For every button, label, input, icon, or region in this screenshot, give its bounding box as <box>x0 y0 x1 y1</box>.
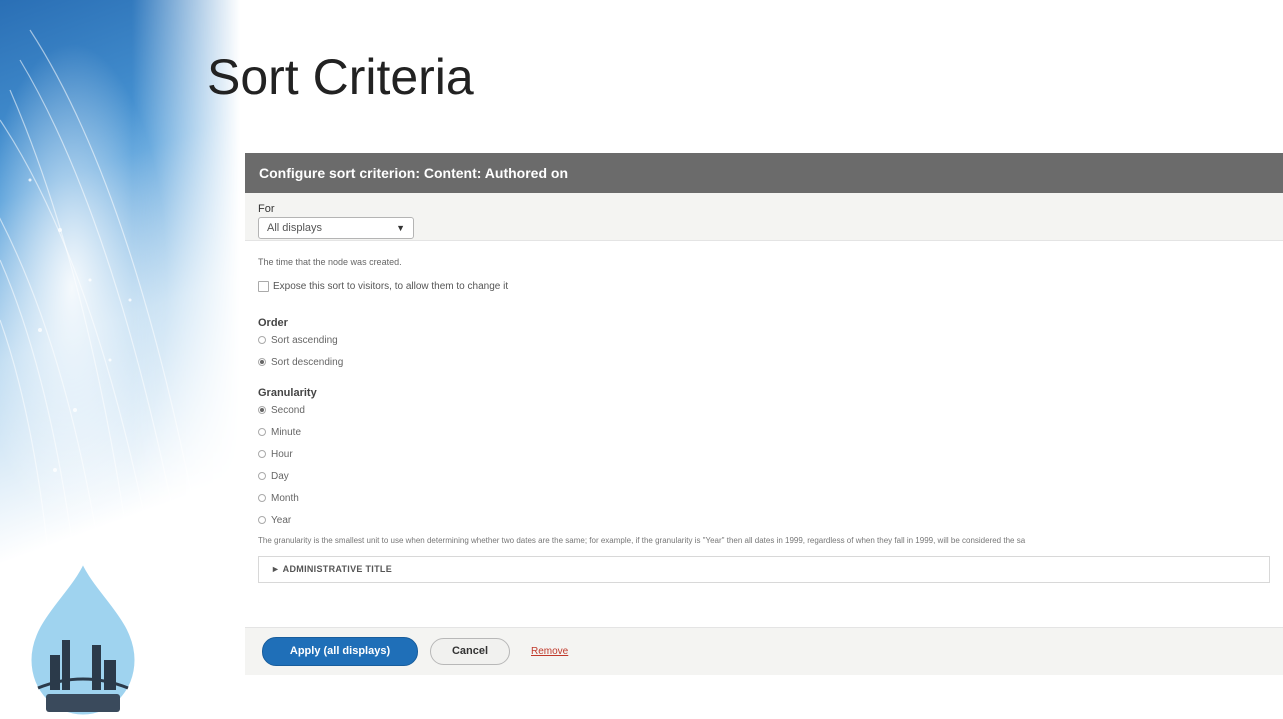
dropdown-arrow-icon: ▼ <box>396 223 405 233</box>
for-display-section: For All displays ▼ <box>245 193 1283 241</box>
granularity-description: The granularity is the smallest unit to … <box>258 536 1026 545</box>
radio-button-selected[interactable] <box>258 406 266 414</box>
administrative-title-toggle[interactable]: ► ADMINISTRATIVE TITLE <box>258 556 1270 583</box>
slide-title: Sort Criteria <box>207 49 474 105</box>
radio-button[interactable] <box>258 472 266 480</box>
option-label: Hour <box>271 448 293 460</box>
dialog-actions: Apply (all displays) Cancel Remove <box>245 627 1283 675</box>
granularity-option-hour[interactable]: Hour <box>258 443 1270 465</box>
order-option-descending[interactable]: Sort descending <box>258 351 1270 373</box>
option-label: Sort descending <box>271 356 344 368</box>
field-description: The time that the node was created. <box>258 257 402 267</box>
apply-button[interactable]: Apply (all displays) <box>262 637 418 666</box>
radio-button[interactable] <box>258 494 266 502</box>
remove-link[interactable]: Remove <box>531 646 568 657</box>
option-label: Day <box>271 470 289 482</box>
expose-sort-label: Expose this sort to visitors, to allow t… <box>273 281 509 292</box>
radio-button[interactable] <box>258 336 266 344</box>
order-option-ascending[interactable]: Sort ascending <box>258 329 1270 351</box>
expose-sort-option[interactable]: Expose this sort to visitors, to allow t… <box>258 281 1270 292</box>
expose-sort-checkbox[interactable] <box>258 281 269 292</box>
radio-button-selected[interactable] <box>258 358 266 366</box>
granularity-option-second[interactable]: Second <box>258 399 1270 421</box>
granularity-option-year[interactable]: Year <box>258 509 1270 531</box>
option-label: Sort ascending <box>271 334 338 346</box>
sort-criterion-dialog: Configure sort criterion: Content: Autho… <box>245 153 1283 675</box>
option-label: Month <box>271 492 299 504</box>
for-select-value: All displays <box>267 222 323 234</box>
cancel-button[interactable]: Cancel <box>430 638 510 665</box>
twin-cities-drupal-logo <box>28 560 138 718</box>
granularity-option-day[interactable]: Day <box>258 465 1270 487</box>
dialog-body: The time that the node was created. Expo… <box>245 257 1283 583</box>
option-label: Minute <box>271 426 302 438</box>
granularity-label: Granularity <box>258 387 317 399</box>
for-display-select[interactable]: All displays ▼ <box>258 217 414 239</box>
granularity-option-minute[interactable]: Minute <box>258 421 1270 443</box>
option-label: Year <box>271 514 292 526</box>
for-label: For <box>258 203 275 215</box>
granularity-option-month[interactable]: Month <box>258 487 1270 509</box>
order-label: Order <box>258 317 288 329</box>
radio-button[interactable] <box>258 428 266 436</box>
dialog-title: Configure sort criterion: Content: Autho… <box>245 153 1283 193</box>
option-label: Second <box>271 404 305 416</box>
radio-button[interactable] <box>258 450 266 458</box>
radio-button[interactable] <box>258 516 266 524</box>
